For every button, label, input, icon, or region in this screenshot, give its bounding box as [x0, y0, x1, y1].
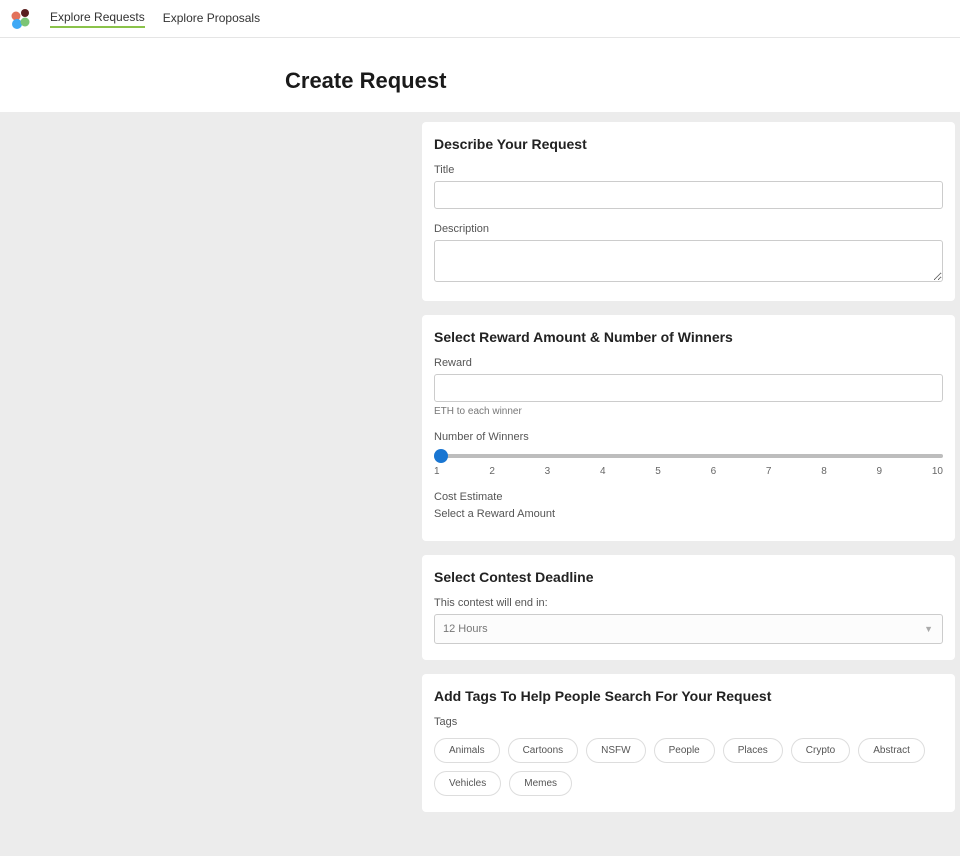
field-deadline: This contest will end in: 12 Hours ▼	[434, 597, 943, 644]
tick-label: 2	[489, 466, 495, 477]
deadline-select[interactable]: 12 Hours	[434, 614, 943, 644]
cost-estimate-helper: Select a Reward Amount	[434, 508, 943, 520]
card-tags: Add Tags To Help People Search For Your …	[422, 674, 955, 812]
tick-label: 5	[655, 466, 661, 477]
nav-explore-proposals[interactable]: Explore Proposals	[163, 11, 260, 27]
tags-heading: Add Tags To Help People Search For Your …	[434, 688, 943, 704]
tick-label: 8	[821, 466, 827, 477]
topbar: Explore Requests Explore Proposals	[0, 0, 960, 38]
card-deadline: Select Contest Deadline This contest wil…	[422, 555, 955, 660]
tick-label: 1	[434, 466, 440, 477]
field-description: Description	[434, 223, 943, 285]
tag-pill[interactable]: Memes	[509, 771, 572, 796]
title-label: Title	[434, 164, 943, 176]
tag-pill[interactable]: Abstract	[858, 738, 925, 763]
tick-label: 3	[545, 466, 551, 477]
description-input[interactable]	[434, 240, 943, 282]
tick-label: 10	[932, 466, 943, 477]
tags-row: Animals Cartoons NSFW People Places Cryp…	[434, 738, 943, 796]
tick-label: 7	[766, 466, 772, 477]
field-title: Title	[434, 164, 943, 209]
tag-pill[interactable]: Crypto	[791, 738, 850, 763]
tag-pill[interactable]: Cartoons	[508, 738, 579, 763]
field-cost-estimate: Cost Estimate Select a Reward Amount	[434, 491, 943, 520]
tag-pill[interactable]: Animals	[434, 738, 500, 763]
description-label: Description	[434, 223, 943, 235]
page-title: Create Request	[285, 68, 960, 94]
tick-label: 4	[600, 466, 606, 477]
title-input[interactable]	[434, 181, 943, 209]
slider-thumb[interactable]	[434, 449, 448, 463]
nav-explore-requests[interactable]: Explore Requests	[50, 10, 145, 28]
tick-label: 6	[711, 466, 717, 477]
tags-label: Tags	[434, 716, 943, 728]
tag-pill[interactable]: Vehicles	[434, 771, 501, 796]
deadline-heading: Select Contest Deadline	[434, 569, 943, 585]
page-title-section: Create Request	[0, 38, 960, 112]
cost-estimate-label: Cost Estimate	[434, 491, 943, 503]
winners-slider[interactable]: 1 2 3 4 5 6 7 8 9 10	[434, 448, 943, 477]
card-reward: Select Reward Amount & Number of Winners…	[422, 315, 955, 541]
tick-label: 9	[877, 466, 883, 477]
tag-pill[interactable]: NSFW	[586, 738, 645, 763]
reward-helper: ETH to each winner	[434, 406, 943, 417]
slider-track	[434, 454, 943, 458]
reward-label: Reward	[434, 357, 943, 369]
deadline-sublabel: This contest will end in:	[434, 597, 943, 609]
main-area: Describe Your Request Title Description …	[0, 112, 960, 856]
tag-pill[interactable]: People	[654, 738, 715, 763]
describe-heading: Describe Your Request	[434, 136, 943, 152]
tag-pill[interactable]: Places	[723, 738, 783, 763]
logo-icon	[10, 8, 32, 30]
winners-label: Number of Winners	[434, 431, 943, 443]
slider-ticks: 1 2 3 4 5 6 7 8 9 10	[434, 466, 943, 477]
field-winners: Number of Winners 1 2 3 4 5 6 7 8 9 10	[434, 431, 943, 477]
card-describe: Describe Your Request Title Description	[422, 122, 955, 301]
reward-heading: Select Reward Amount & Number of Winners	[434, 329, 943, 345]
field-reward: Reward ETH to each winner	[434, 357, 943, 417]
reward-input[interactable]	[434, 374, 943, 402]
